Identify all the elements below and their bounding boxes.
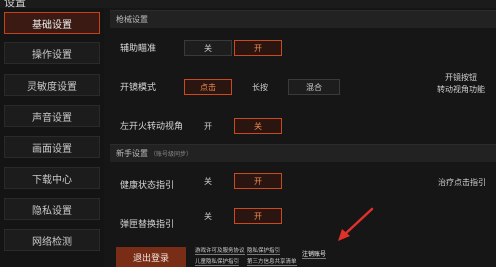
section-novice-title: 新手设置 <box>116 149 148 158</box>
scope-mode-label: 开镜模式 <box>120 83 157 93</box>
section-novice-note: （账号级同步） <box>150 151 193 158</box>
left-fire-view-on-button[interactable]: 开 <box>184 118 232 134</box>
sidebar-item-download[interactable]: 下载中心 <box>4 167 100 189</box>
logout-button[interactable]: 退出登录 <box>116 247 186 267</box>
annotation-arrow-icon <box>338 207 374 241</box>
sidebar-item-network[interactable]: 网络检测 <box>4 229 100 251</box>
link-delete-account[interactable]: 注销账号 <box>302 249 327 259</box>
health-hint-on-button[interactable]: 开 <box>234 173 282 189</box>
sidebar-item-operation[interactable]: 操作设置 <box>4 42 100 64</box>
section-weapon-title: 枪械设置 <box>116 15 148 24</box>
sidebar-item-graphics[interactable]: 画面设置 <box>4 136 100 158</box>
sidebar: 基础设置 操作设置 灵敏度设置 声音设置 画面设置 下载中心 隐私设置 网络检测 <box>0 8 104 267</box>
reload-hint-label: 弹匣替换指引 <box>120 220 175 230</box>
link-third-party-list[interactable]: 第三方信息共享清单 <box>247 257 297 266</box>
reload-hint-off-button[interactable]: 关 <box>184 208 232 224</box>
reload-hint-toggle: 关 开 <box>184 208 284 224</box>
scope-note: 开镜按钮 转动视角功能 <box>428 72 494 96</box>
scope-mode-mixed-button[interactable]: 混合 <box>288 79 340 95</box>
health-hint-label: 健康状态指引 <box>120 181 175 191</box>
link-game-license[interactable]: 游戏许可及服务协议 <box>195 246 245 255</box>
scope-note-line2: 转动视角功能 <box>437 85 485 94</box>
scope-note-line1: 开镜按钮 <box>445 73 477 82</box>
section-weapon: 枪械设置 <box>110 10 496 28</box>
scope-mode-toggle: 点击 长按 混合 <box>184 79 342 95</box>
scope-mode-hold-button[interactable]: 长按 <box>234 79 286 95</box>
link-child-privacy[interactable]: 儿童隐私保护指引 <box>195 257 240 266</box>
top-bar: 设置 <box>0 0 496 9</box>
aim-assist-label: 辅助瞄准 <box>120 44 157 54</box>
scope-mode-click-button[interactable]: 点击 <box>184 79 232 95</box>
aim-assist-off-button[interactable]: 关 <box>184 40 232 56</box>
aim-assist-toggle: 关 开 <box>184 40 284 56</box>
left-fire-view-toggle: 开 关 <box>184 118 284 134</box>
sidebar-item-basic[interactable]: 基础设置 <box>4 12 100 34</box>
aim-assist-on-button[interactable]: 开 <box>234 40 282 56</box>
health-hint-toggle: 关 开 <box>184 173 284 189</box>
health-hint-off-button[interactable]: 关 <box>184 173 232 189</box>
main-panel: 枪械设置 辅助瞄准 关 开 开镜模式 点击 长按 混合 开镜按钮 转动视角功能 … <box>110 8 496 267</box>
sidebar-item-sensitivity[interactable]: 灵敏度设置 <box>4 74 100 96</box>
link-privacy-guide[interactable]: 隐私保护指引 <box>247 246 281 255</box>
sidebar-item-sound[interactable]: 声音设置 <box>4 105 100 127</box>
section-novice: 新手设置 （账号级同步） <box>110 144 496 162</box>
reload-hint-on-button[interactable]: 开 <box>234 208 282 224</box>
left-fire-view-off-button[interactable]: 关 <box>234 118 282 134</box>
left-fire-view-label: 左开火转动视角 <box>120 122 184 132</box>
heal-note: 治疗点击指引 <box>438 178 486 187</box>
sidebar-item-privacy[interactable]: 隐私设置 <box>4 198 100 220</box>
